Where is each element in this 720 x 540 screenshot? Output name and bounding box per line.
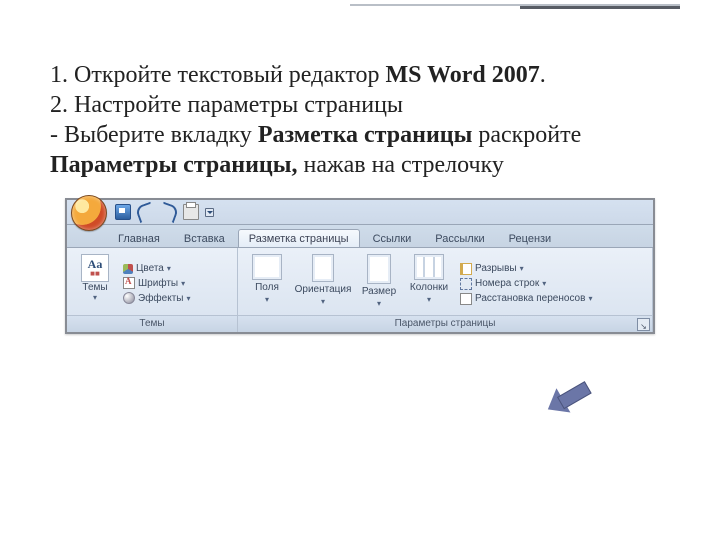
instr-line1-pre: 1. Откройте текстовый редактор [50,62,386,88]
tab-references[interactable]: Ссылки [362,229,423,247]
instr-line3-mid: раскройте [472,122,581,148]
breaks-button[interactable]: Разрывы▾ [458,262,594,276]
instruction-text: 1. Откройте текстовый редактор MS Word 2… [50,60,670,180]
fonts-icon [123,277,135,289]
ribbon-tabs: Главная Вставка Разметка страницы Ссылки… [67,225,653,248]
themes-colors-button[interactable]: Цвета▾ [121,262,192,275]
size-icon [367,254,391,284]
group-themes-title: Темы [139,318,164,329]
page-setup-dialog-launcher[interactable] [637,318,650,331]
undo-icon[interactable] [135,201,157,223]
group-themes: Aa■■ Темы ▾ Цвета▾ Шрифты▾ Эффекты▾ Темы [67,248,238,332]
orientation-button[interactable]: Ориентация▾ [294,252,352,315]
tab-review[interactable]: Рецензи [498,229,563,247]
quick-print-icon[interactable] [183,204,199,220]
instr-line1-post: . [540,62,546,88]
themes-effects-button[interactable]: Эффекты▾ [121,291,192,305]
hyphenation-icon [460,293,472,305]
title-bar [67,200,653,225]
tab-mailings[interactable]: Рассылки [424,229,495,247]
themes-button[interactable]: Aa■■ Темы ▾ [73,252,117,315]
instr-line3-b1: Разметка страницы [258,122,473,148]
tab-home[interactable]: Главная [107,229,171,247]
hyphenation-button[interactable]: Расстановка переносов▾ [458,292,594,306]
breaks-icon [460,263,472,275]
margins-icon [252,254,282,280]
arrow-annotation [543,373,594,420]
word-ribbon-screenshot: Главная Вставка Разметка страницы Ссылки… [65,198,655,334]
redo-icon[interactable] [158,201,180,223]
themes-icon: Aa■■ [81,254,109,282]
themes-fonts-button[interactable]: Шрифты▾ [121,276,192,290]
effects-icon [123,292,135,304]
office-button[interactable] [71,195,107,231]
group-page-setup: Поля▾ Ориентация▾ Размер▾ Колонки▾ [238,248,653,332]
save-icon[interactable] [115,204,131,220]
instr-line1-bold: MS Word 2007 [386,62,540,88]
instr-line3-post: нажав на стрелочку [298,152,504,178]
group-page-setup-title: Параметры страницы [395,318,496,329]
orientation-icon [312,254,334,282]
instr-line3-pre: - Выберите вкладку [50,122,258,148]
line-numbers-icon [460,278,472,290]
chevron-down-icon: ▾ [93,293,97,302]
size-button[interactable]: Размер▾ [356,252,402,315]
columns-button[interactable]: Колонки▾ [406,252,452,315]
columns-icon [414,254,444,280]
qat-customize-icon[interactable] [205,208,214,217]
tab-insert[interactable]: Вставка [173,229,236,247]
quick-access-toolbar [115,204,214,221]
themes-label: Темы [82,282,107,293]
ribbon-body: Aa■■ Темы ▾ Цвета▾ Шрифты▾ Эффекты▾ Темы [67,248,653,332]
margins-button[interactable]: Поля▾ [244,252,290,315]
colors-icon [123,264,133,274]
line-numbers-button[interactable]: Номера строк▾ [458,277,594,291]
instr-line2: 2. Настройте параметры страницы [50,92,403,118]
instr-line3-b2: Параметры страницы, [50,152,298,178]
tab-page-layout[interactable]: Разметка страницы [238,229,360,247]
